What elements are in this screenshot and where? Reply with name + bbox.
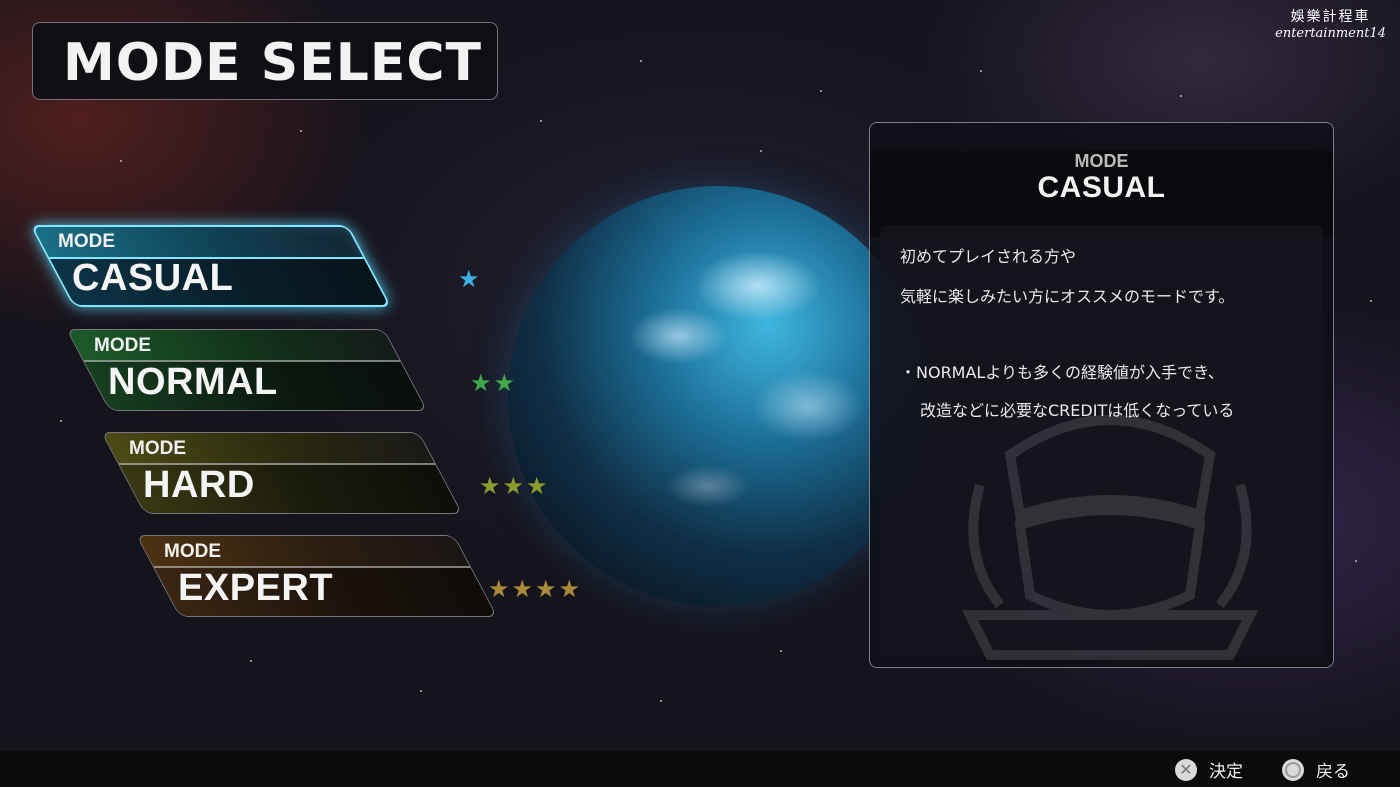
difficulty-stars-icon: ★ <box>458 265 482 293</box>
description-bullet: ・NORMALよりも多くの経験値が入手でき、 <box>900 363 1224 382</box>
watermark: 娛樂計程車 entertainment14 <box>1275 6 1386 41</box>
difficulty-stars-icon: ★★ <box>470 369 518 397</box>
panel-body: 初めてプレイされる方や 気軽に楽しみたい方にオススメのモードです。 ・NORMA… <box>880 225 1323 660</box>
mode-option-casual[interactable]: MODE CASUAL ★ <box>30 225 480 307</box>
button-hint-bar: ✕ 決定 戻る <box>0 751 1400 787</box>
mode-option-label: MODE <box>58 231 115 252</box>
mode-option-label: MODE <box>94 335 151 356</box>
panel-mode-label: MODE <box>1074 151 1129 171</box>
mode-option-normal[interactable]: MODE NORMAL ★★ <box>66 329 515 411</box>
back-hint[interactable]: 戻る <box>1282 757 1350 782</box>
crest-emblem-icon <box>961 415 1259 660</box>
page-title-box: MODE SELECT <box>32 22 498 100</box>
mode-option-label: MODE <box>129 438 186 459</box>
watermark-line-1: 娛樂計程車 <box>1290 9 1371 25</box>
difficulty-stars-icon: ★★★ <box>479 472 550 500</box>
confirm-hint[interactable]: ✕ 決定 <box>1175 757 1243 782</box>
mode-description-panel: MODE CASUAL 初めてプレイされる方や 気軽に楽しみたい方にオススメのモ… <box>869 122 1334 668</box>
back-label: 戻る <box>1316 762 1350 782</box>
description-bullet-continued: 改造などに必要なCREDITは低くなっている <box>920 401 1235 420</box>
cross-button-icon: ✕ <box>1175 758 1197 781</box>
description-line: 気軽に楽しみたい方にオススメのモードです。 <box>900 287 1235 306</box>
panel-mode-name: CASUAL <box>1037 171 1166 204</box>
mode-option-name: NORMAL <box>108 361 278 403</box>
circle-button-icon <box>1282 758 1304 781</box>
mode-option-hard[interactable]: MODE HARD ★★★ <box>101 432 548 514</box>
confirm-label: 決定 <box>1209 762 1243 782</box>
difficulty-stars-icon: ★★★★ <box>488 575 583 603</box>
page-title: MODE SELECT <box>63 33 483 93</box>
mode-option-expert[interactable]: MODE EXPERT ★★★★ <box>136 535 580 617</box>
watermark-line-2: entertainment14 <box>1275 26 1386 41</box>
planet-image <box>508 186 928 606</box>
mode-option-label: MODE <box>164 541 221 562</box>
mode-option-name: EXPERT <box>178 567 334 609</box>
mode-option-name: HARD <box>143 464 255 506</box>
description-line: 初めてプレイされる方や <box>900 247 1077 266</box>
mode-option-name: CASUAL <box>72 257 234 299</box>
